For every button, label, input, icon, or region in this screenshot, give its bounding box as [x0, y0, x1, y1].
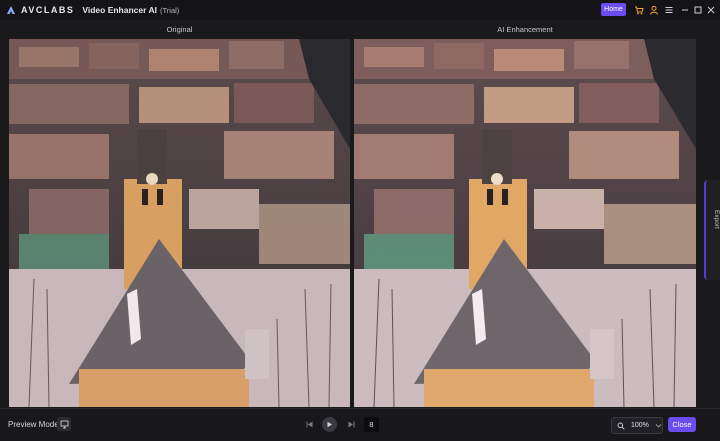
minimize-icon[interactable]	[679, 4, 690, 15]
brand-name: AVCLABS	[21, 5, 75, 15]
preview-mode-label: Preview Mode	[8, 420, 59, 429]
avclabs-logo-icon	[7, 6, 15, 14]
ai-enhancement-label: AI Enhancement	[497, 25, 553, 34]
bottom-toolbar: Preview Mode 8 100% Close	[0, 408, 720, 441]
original-frame-image	[9, 39, 350, 407]
original-video-frame[interactable]	[9, 39, 350, 407]
trial-badge: (Trial)	[159, 5, 180, 15]
home-button[interactable]: Home	[601, 3, 626, 16]
original-label: Original	[166, 25, 193, 34]
monitor-icon	[60, 420, 68, 428]
app-title: Video Enhancer AI	[82, 5, 157, 15]
zoom-dropdown[interactable]: 100%	[611, 417, 663, 434]
ai-enhanced-frame-image	[354, 39, 696, 407]
next-frame-icon[interactable]	[347, 420, 356, 429]
preview-mode-button[interactable]	[57, 417, 71, 431]
previous-frame-icon[interactable]	[305, 420, 314, 429]
chevron-down-icon	[655, 422, 662, 429]
close-preview-button[interactable]: Close	[668, 417, 696, 432]
maximize-icon[interactable]	[692, 4, 703, 15]
ai-enhanced-video-frame[interactable]	[354, 39, 696, 407]
user-icon[interactable]	[648, 4, 659, 15]
export-label: Export	[713, 210, 720, 229]
zoom-icon	[617, 422, 625, 430]
export-panel-tab[interactable]: Export	[704, 180, 720, 280]
play-button[interactable]	[322, 417, 337, 432]
zoom-value: 100%	[631, 422, 649, 429]
cart-icon[interactable]	[633, 4, 644, 15]
menu-icon[interactable]	[663, 4, 674, 15]
play-icon	[327, 421, 332, 428]
close-icon[interactable]	[705, 4, 716, 15]
frame-number-field[interactable]: 8	[364, 417, 379, 432]
title-bar: AVCLABS Video Enhancer AI (Trial) Home	[0, 0, 720, 20]
brand: AVCLABS	[6, 5, 74, 15]
